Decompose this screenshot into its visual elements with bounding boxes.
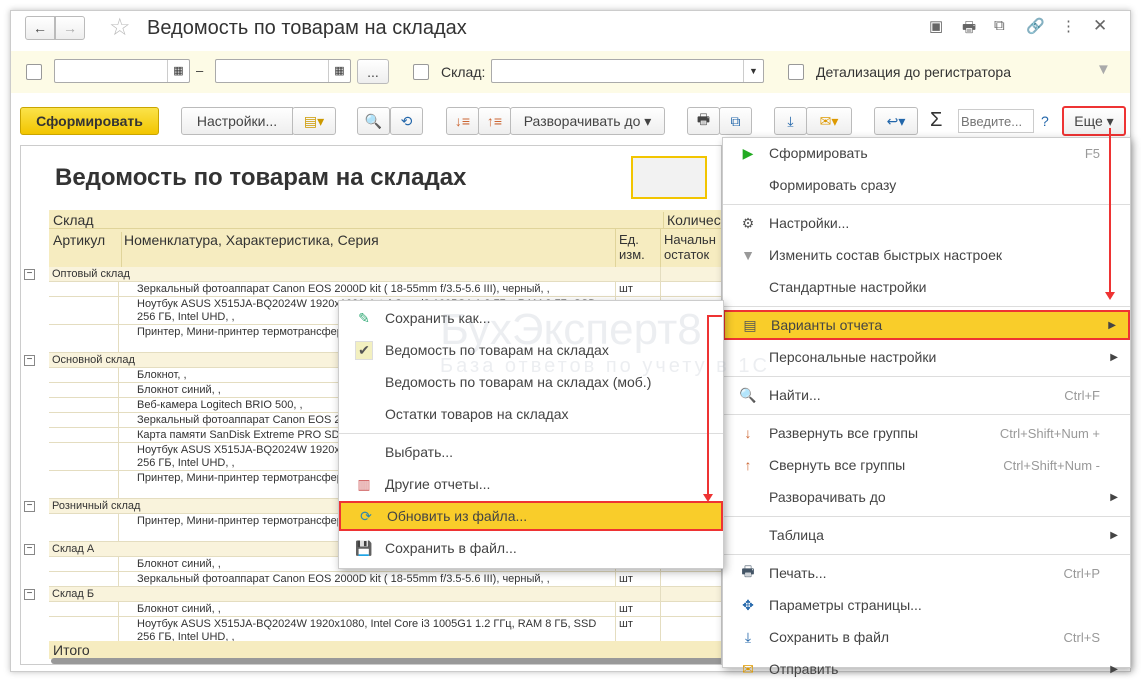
annotation-arrows [703,128,1115,502]
